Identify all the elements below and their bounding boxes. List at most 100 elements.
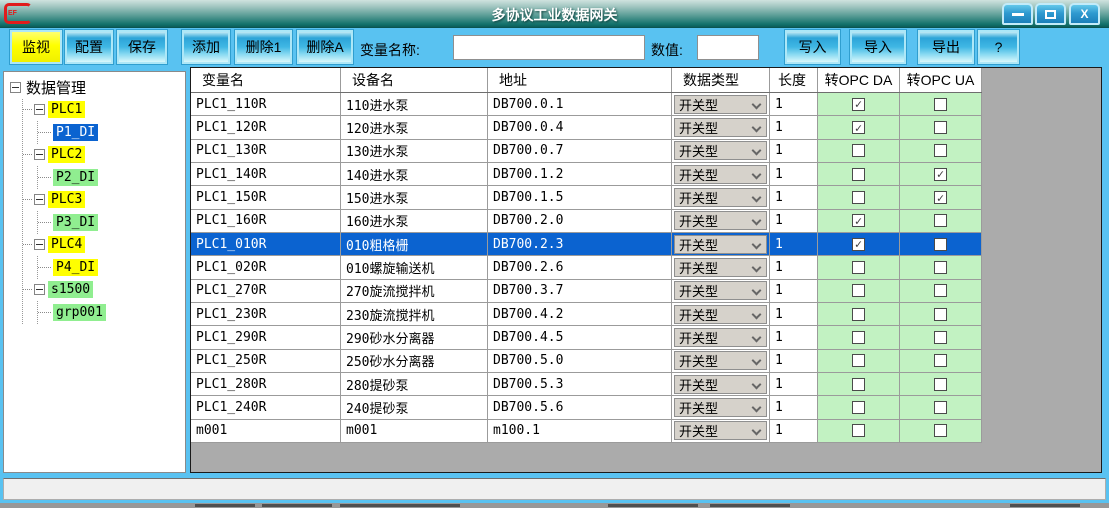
maximize-button[interactable]: [1035, 3, 1066, 25]
column-header[interactable]: 设备名: [341, 68, 488, 92]
opc-da-checkbox[interactable]: [852, 284, 865, 297]
tree-collapse-icon[interactable]: [34, 149, 45, 160]
save-button[interactable]: 保存: [117, 30, 167, 64]
tree-item-P2_DI[interactable]: P2_DI: [53, 169, 98, 186]
table-row[interactable]: PLC1_280R280提砂泵DB700.5.3开关型1: [191, 373, 982, 396]
export-button[interactable]: 导出: [918, 30, 974, 64]
data-type-dropdown[interactable]: 开关型: [674, 421, 767, 440]
tree-item-s1500[interactable]: s1500: [48, 281, 93, 298]
table-row[interactable]: PLC1_230R230旋流搅拌机DB700.4.2开关型1: [191, 303, 982, 326]
opc-da-checkbox[interactable]: [852, 308, 865, 321]
data-type-dropdown[interactable]: 开关型: [674, 211, 767, 230]
data-type-dropdown[interactable]: 开关型: [674, 398, 767, 417]
data-type-dropdown[interactable]: 开关型: [674, 305, 767, 324]
opc-ua-checkbox[interactable]: [934, 424, 947, 437]
add-button[interactable]: 添加: [182, 30, 230, 64]
table-row[interactable]: PLC1_010R010粗格栅DB700.2.3开关型1✓: [191, 233, 982, 256]
opc-da-checkbox[interactable]: ✓: [852, 214, 865, 227]
table-row[interactable]: PLC1_140R140进水泵DB700.1.2开关型1✓: [191, 163, 982, 186]
data-type-dropdown[interactable]: 开关型: [674, 95, 767, 114]
opc-da-checkbox[interactable]: ✓: [852, 238, 865, 251]
data-type-dropdown[interactable]: 开关型: [674, 258, 767, 277]
opc-ua-checkbox[interactable]: [934, 261, 947, 274]
opc-ua-checkbox[interactable]: [934, 214, 947, 227]
opc-ua-checkbox[interactable]: [934, 284, 947, 297]
opc-da-checkbox[interactable]: [852, 331, 865, 344]
variable-name-input[interactable]: [453, 35, 645, 60]
opc-ua-checkbox[interactable]: [934, 308, 947, 321]
tree-collapse-icon[interactable]: [34, 239, 45, 250]
import-button[interactable]: 导入: [850, 30, 906, 64]
deleteA-button[interactable]: 删除A: [297, 30, 353, 64]
title-bar: EF 多协议工业数据网关 X: [0, 0, 1109, 28]
opc-ua-checkbox[interactable]: [934, 354, 947, 367]
value-input[interactable]: [697, 35, 759, 60]
write-button[interactable]: 写入: [785, 30, 840, 64]
opc-da-checkbox[interactable]: [852, 378, 865, 391]
help-button[interactable]: ?: [978, 30, 1019, 64]
data-type-dropdown[interactable]: 开关型: [674, 351, 767, 370]
column-header[interactable]: 数据类型: [672, 68, 770, 92]
tree-item-PLC3[interactable]: PLC3: [48, 191, 85, 208]
delete1-button[interactable]: 删除1: [235, 30, 292, 64]
table-row[interactable]: PLC1_150R150进水泵DB700.1.5开关型1✓: [191, 186, 982, 209]
opc-da-checkbox[interactable]: [852, 354, 865, 367]
opc-da-checkbox[interactable]: ✓: [852, 121, 865, 134]
column-header[interactable]: 变量名: [191, 68, 341, 92]
column-header[interactable]: 地址: [488, 68, 672, 92]
data-type-dropdown[interactable]: 开关型: [674, 235, 767, 254]
table-row[interactable]: m001m001m100.1开关型1: [191, 420, 982, 443]
tree-item-PLC4[interactable]: PLC4: [48, 236, 85, 253]
column-header[interactable]: 转OPC UA: [900, 68, 982, 92]
data-type-dropdown[interactable]: 开关型: [674, 328, 767, 347]
opc-ua-checkbox[interactable]: [934, 238, 947, 251]
tree-item-grp001[interactable]: grp001: [53, 304, 106, 321]
tree-item-P1_DI[interactable]: P1_DI: [53, 124, 98, 141]
tree-item-P4_DI[interactable]: P4_DI: [53, 259, 98, 276]
opc-da-checkbox[interactable]: [852, 191, 865, 204]
data-type-dropdown[interactable]: 开关型: [674, 188, 767, 207]
column-header[interactable]: 长度: [770, 68, 818, 92]
tree-item-PLC2[interactable]: PLC2: [48, 146, 85, 163]
close-button[interactable]: X: [1069, 3, 1100, 25]
tree-root-label[interactable]: 数据管理: [24, 77, 88, 98]
opc-ua-checkbox[interactable]: [934, 331, 947, 344]
opc-da-checkbox[interactable]: [852, 168, 865, 181]
opc-ua-checkbox[interactable]: [934, 98, 947, 111]
data-type-dropdown[interactable]: 开关型: [674, 118, 767, 137]
tree-item-PLC1[interactable]: PLC1: [48, 101, 85, 118]
data-type-dropdown[interactable]: 开关型: [674, 375, 767, 394]
table-row[interactable]: PLC1_120R120进水泵DB700.0.4开关型1✓: [191, 116, 982, 139]
opc-ua-checkbox[interactable]: [934, 121, 947, 134]
table-row[interactable]: PLC1_240R240提砂泵DB700.5.6开关型1: [191, 396, 982, 419]
opc-da-checkbox[interactable]: [852, 401, 865, 414]
opc-ua-checkbox[interactable]: [934, 401, 947, 414]
opc-da-checkbox[interactable]: [852, 261, 865, 274]
table-row[interactable]: PLC1_020R010螺旋输送机DB700.2.6开关型1: [191, 256, 982, 279]
opc-da-checkbox[interactable]: [852, 424, 865, 437]
tree-collapse-icon[interactable]: [34, 194, 45, 205]
opc-ua-checkbox[interactable]: [934, 144, 947, 157]
opc-ua-checkbox[interactable]: ✓: [934, 191, 947, 204]
table-row[interactable]: PLC1_290R290砂水分离器DB700.4.5开关型1: [191, 326, 982, 349]
tree-collapse-icon[interactable]: [10, 82, 21, 93]
table-row[interactable]: PLC1_160R160进水泵DB700.2.0开关型1✓: [191, 210, 982, 233]
tree-collapse-icon[interactable]: [34, 104, 45, 115]
minimize-button[interactable]: [1002, 3, 1033, 25]
data-type-dropdown[interactable]: 开关型: [674, 141, 767, 160]
tree-item-P3_DI[interactable]: P3_DI: [53, 214, 98, 231]
table-row[interactable]: PLC1_250R250砂水分离器DB700.5.0开关型1: [191, 350, 982, 373]
tree-collapse-icon[interactable]: [34, 284, 45, 295]
data-type-dropdown[interactable]: 开关型: [674, 281, 767, 300]
table-row[interactable]: PLC1_270R270旋流搅拌机DB700.3.7开关型1: [191, 280, 982, 303]
opc-da-checkbox[interactable]: [852, 144, 865, 157]
opc-ua-checkbox[interactable]: [934, 378, 947, 391]
monitor-button[interactable]: 监视: [10, 30, 62, 64]
column-header[interactable]: 转OPC DA: [818, 68, 900, 92]
opc-da-checkbox[interactable]: ✓: [852, 98, 865, 111]
table-row[interactable]: PLC1_130R130进水泵DB700.0.7开关型1: [191, 140, 982, 163]
table-row[interactable]: PLC1_110R110进水泵DB700.0.1开关型1✓: [191, 93, 982, 116]
config-button[interactable]: 配置: [65, 30, 113, 64]
opc-ua-checkbox[interactable]: ✓: [934, 168, 947, 181]
data-type-dropdown[interactable]: 开关型: [674, 165, 767, 184]
